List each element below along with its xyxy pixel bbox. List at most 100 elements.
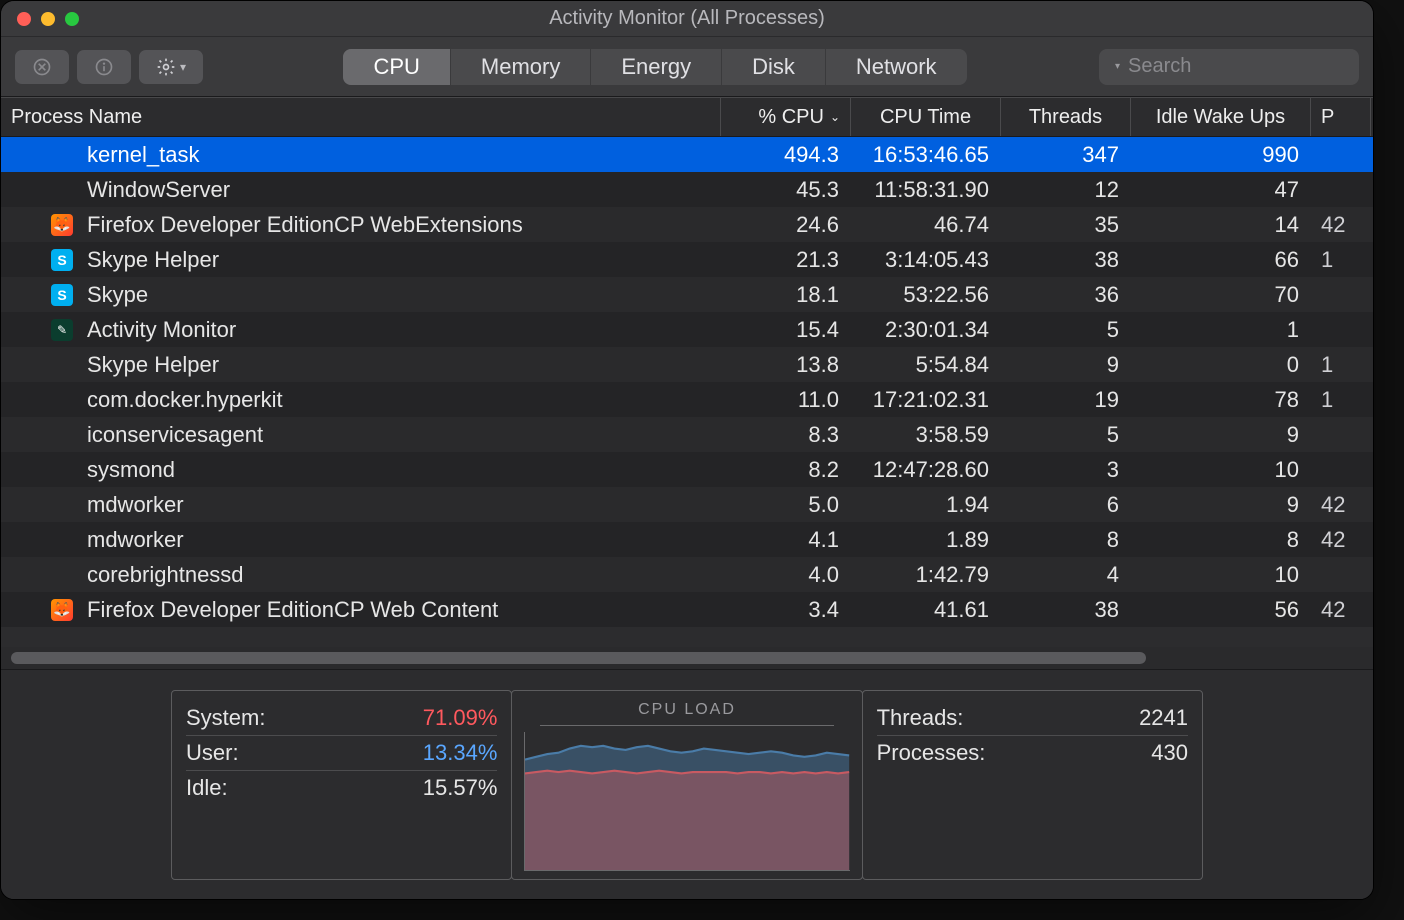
cell-wakeups: 56: [1131, 592, 1311, 627]
app-icon: [51, 144, 73, 166]
table-row[interactable]: iconservicesagent8.33:58.5959: [1, 417, 1373, 452]
tab-disk[interactable]: Disk: [722, 49, 826, 85]
cell-overflow: [1311, 277, 1371, 312]
cell-wakeups: 10: [1131, 452, 1311, 487]
cell-wakeups: 10: [1131, 557, 1311, 592]
table-row[interactable]: WindowServer45.311:58:31.901247: [1, 172, 1373, 207]
table-row[interactable]: kernel_task494.316:53:46.65347990: [1, 137, 1373, 172]
cell-threads: 347: [1001, 137, 1131, 172]
cell-cpu-time: 46.74: [851, 207, 1001, 242]
cell-cpu-time: 17:21:02.31: [851, 382, 1001, 417]
process-name: Skype Helper: [87, 352, 219, 378]
cell-cpu-percent: 4.1: [721, 522, 851, 557]
cell-cpu-percent: 494.3: [721, 137, 851, 172]
cell-wakeups: 47: [1131, 172, 1311, 207]
table-row[interactable]: mdworker5.01.946942: [1, 487, 1373, 522]
cell-cpu-percent: 15.4: [721, 312, 851, 347]
table-row[interactable]: mdworker4.11.898842: [1, 522, 1373, 557]
app-icon: [51, 354, 73, 376]
window-minimize-button[interactable]: [41, 12, 55, 26]
stop-process-button[interactable]: [15, 50, 69, 84]
stat-value-processes: 430: [1151, 740, 1188, 766]
column-cpu-time[interactable]: CPU Time: [851, 98, 1001, 136]
table-row[interactable]: SSkype Helper21.33:14:05.4338661: [1, 242, 1373, 277]
options-menu-button[interactable]: ▾: [139, 50, 203, 84]
stat-label: Idle:: [186, 775, 228, 801]
cell-process-name: mdworker: [1, 522, 721, 557]
tab-cpu[interactable]: CPU: [343, 49, 450, 85]
chevron-down-icon: ▾: [180, 60, 186, 74]
window-zoom-button[interactable]: [65, 12, 79, 26]
app-icon: [51, 529, 73, 551]
gear-icon: [156, 57, 176, 77]
app-icon: [51, 459, 73, 481]
tab-memory[interactable]: Memory: [451, 49, 591, 85]
window-close-button[interactable]: [17, 12, 31, 26]
cpu-load-svg: [525, 732, 849, 870]
tab-network[interactable]: Network: [826, 49, 967, 85]
cell-process-name: mdworker: [1, 487, 721, 522]
cell-overflow: 1: [1311, 382, 1371, 417]
app-icon: [51, 179, 73, 201]
inspect-process-button[interactable]: [77, 50, 131, 84]
table-row[interactable]: 🦊Firefox Developer EditionCP WebExtensio…: [1, 207, 1373, 242]
cell-overflow: [1311, 312, 1371, 347]
app-icon: [51, 494, 73, 516]
cell-process-name: ✎Activity Monitor: [1, 312, 721, 347]
firefox-icon: 🦊: [51, 214, 73, 236]
traffic-lights: [1, 12, 79, 26]
table-header: Process Name % CPU⌄ CPU Time Threads Idl…: [1, 97, 1373, 137]
process-name: mdworker: [87, 492, 184, 518]
stat-value-system: 71.09%: [423, 705, 498, 731]
cell-wakeups: 78: [1131, 382, 1311, 417]
tab-label: Disk: [752, 54, 795, 80]
scrollbar-thumb[interactable]: [11, 652, 1146, 664]
cell-overflow: [1311, 417, 1371, 452]
process-name: WindowServer: [87, 177, 230, 203]
column-process-name[interactable]: Process Name: [1, 98, 721, 136]
table-row[interactable]: corebrightnessd4.01:42.79410: [1, 557, 1373, 592]
tab-label: Network: [856, 54, 937, 80]
cell-threads: 5: [1001, 312, 1131, 347]
tab-label: CPU: [373, 54, 419, 80]
cell-cpu-percent: 11.0: [721, 382, 851, 417]
cell-cpu-percent: 21.3: [721, 242, 851, 277]
process-name: Skype Helper: [87, 247, 219, 273]
search-input[interactable]: [1126, 54, 1374, 79]
process-table[interactable]: kernel_task494.316:53:46.65347990WindowS…: [1, 137, 1373, 647]
cell-cpu-percent: 24.6: [721, 207, 851, 242]
activity-monitor-window: Activity Monitor (All Processes) ▾ CPU M…: [0, 0, 1374, 900]
stat-value-idle: 15.57%: [423, 775, 498, 801]
cell-threads: 9: [1001, 347, 1131, 382]
search-field[interactable]: ▾: [1099, 49, 1359, 85]
cell-wakeups: 14: [1131, 207, 1311, 242]
tab-energy[interactable]: Energy: [591, 49, 722, 85]
table-row[interactable]: ✎Activity Monitor15.42:30:01.3451: [1, 312, 1373, 347]
table-row[interactable]: 🦊 Firefox Developer EditionCP Web Content…: [1, 592, 1373, 627]
column-threads[interactable]: Threads: [1001, 98, 1131, 136]
column-cpu-percent[interactable]: % CPU⌄: [721, 98, 851, 136]
table-row[interactable]: sysmond8.212:47:28.60310: [1, 452, 1373, 487]
table-row[interactable]: Skype Helper13.85:54.84901: [1, 347, 1373, 382]
cell-cpu-percent: 5.0: [721, 487, 851, 522]
cell-threads: 4: [1001, 557, 1131, 592]
cell-threads: 5: [1001, 417, 1131, 452]
footer-panel: System:71.09% User:13.34% Idle:15.57% CP…: [1, 669, 1373, 899]
column-idle-wakeups[interactable]: Idle Wake Ups: [1131, 98, 1311, 136]
firefox-icon: 🦊: [51, 599, 73, 621]
process-name: Skype: [87, 282, 148, 308]
table-row[interactable]: com.docker.hyperkit11.017:21:02.3119781: [1, 382, 1373, 417]
process-name: Firefox Developer EditionCP Web Content: [87, 597, 498, 623]
process-name: Activity Monitor: [87, 317, 236, 343]
column-overflow[interactable]: P: [1311, 98, 1371, 136]
table-row[interactable]: SSkype18.153:22.563670: [1, 277, 1373, 312]
horizontal-scrollbar[interactable]: [1, 647, 1373, 669]
app-icon: [51, 564, 73, 586]
cell-overflow: 42: [1311, 207, 1371, 242]
stat-label: User:: [186, 740, 239, 766]
cell-threads: 8: [1001, 522, 1131, 557]
cell-threads: 12: [1001, 172, 1131, 207]
cell-cpu-percent: 13.8: [721, 347, 851, 382]
cell-threads: 19: [1001, 382, 1131, 417]
process-name: kernel_task: [87, 142, 200, 168]
